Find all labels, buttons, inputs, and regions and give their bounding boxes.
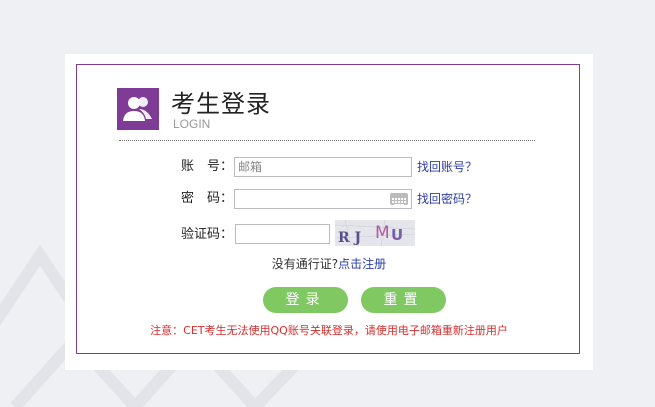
header-divider	[119, 140, 535, 141]
captcha-input[interactable]	[235, 224, 330, 244]
recover-password-link[interactable]: 找回密码？	[417, 189, 477, 209]
password-label: 密 码：	[180, 191, 233, 206]
login-frame: 考生登录 LOGIN 账 号： 找回账号？ 密 码： 找回密码？ 验证码：	[76, 64, 580, 354]
captcha-text: R J	[338, 230, 362, 246]
svg-text:U: U	[391, 226, 403, 244]
register-prompt: 没有通行证?点击注册	[77, 255, 581, 273]
captcha-label: 验证码：	[180, 227, 233, 242]
login-button[interactable]: 登录	[263, 287, 348, 313]
reset-button[interactable]: 重置	[361, 287, 446, 313]
page-title: 考生登录	[171, 90, 271, 118]
users-icon	[117, 88, 159, 130]
login-panel: 考生登录 LOGIN 账 号： 找回账号？ 密 码： 找回密码？ 验证码：	[65, 54, 593, 370]
notice-text: 注意：CET考生无法使用QQ账号关联登录，请使用电子邮箱重新注册用户	[150, 324, 508, 337]
account-input[interactable]	[234, 157, 412, 177]
page-subtitle: LOGIN	[173, 117, 211, 131]
recover-account-link[interactable]: 找回账号？	[417, 157, 477, 177]
password-input[interactable]	[234, 189, 412, 209]
register-link[interactable]: 点击注册	[338, 257, 386, 271]
account-label: 账 号：	[180, 159, 233, 174]
svg-text:M: M	[375, 223, 390, 243]
register-prefix: 没有通行证?	[271, 257, 339, 271]
captcha-image[interactable]: R J M U	[335, 220, 415, 246]
keyboard-icon[interactable]	[390, 193, 408, 206]
